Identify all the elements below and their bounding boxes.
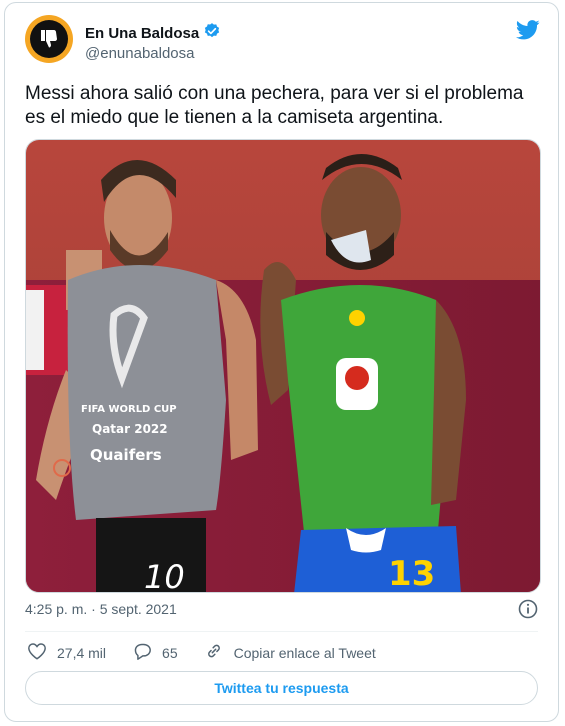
tweet-text: Messi ahora salió con una pechera, para … (25, 83, 524, 128)
verified-badge-icon (203, 22, 221, 45)
bib-badge-text: FIFA WORLD CUP (81, 404, 177, 415)
copy-link-button[interactable]: Copiar enlace al Tweet (204, 641, 376, 664)
account-name[interactable]: En Una Baldosa (85, 25, 199, 42)
link-icon (204, 641, 224, 664)
divider (25, 631, 538, 632)
left-shorts-number: 10 (144, 558, 185, 593)
like-button[interactable]: 27,4 mil (27, 642, 106, 663)
heart-icon (27, 642, 47, 663)
reply-count-button[interactable]: 65 (132, 642, 178, 663)
like-count: 27,4 mil (57, 644, 107, 661)
thumbs-down-icon (30, 20, 68, 58)
right-shorts-number: 13 (388, 554, 435, 593)
avatar[interactable] (25, 15, 73, 63)
tweet-card: En Una Baldosa @enunabaldosa Messi ahora… (4, 2, 559, 722)
reply-button[interactable]: Twittea tu respuesta (25, 671, 538, 705)
training-photo: FIFA WORLD CUP Qatar 2022 Quaifers 10 13 (26, 140, 540, 593)
account-name-row[interactable]: En Una Baldosa (85, 22, 221, 45)
comment-icon (132, 642, 152, 663)
account-handle[interactable]: @enunabaldosa (85, 45, 194, 62)
bib-qualifiers-text: Quaifers (90, 446, 162, 464)
info-icon[interactable] (518, 599, 538, 624)
twitter-bird-icon[interactable] (515, 19, 540, 46)
tweet-actions: 27,4 mil 65 Copiar enlace al Tweet (27, 641, 402, 664)
tweet-timestamp[interactable]: 4:25 p. m. · 5 sept. 2021 (25, 601, 177, 617)
reply-count: 65 (162, 644, 178, 661)
bib-event-text: Qatar 2022 (92, 422, 168, 436)
tweet-media-image[interactable]: FIFA WORLD CUP Qatar 2022 Quaifers 10 13 (25, 139, 541, 593)
copy-link-label: Copiar enlace al Tweet (233, 644, 376, 661)
